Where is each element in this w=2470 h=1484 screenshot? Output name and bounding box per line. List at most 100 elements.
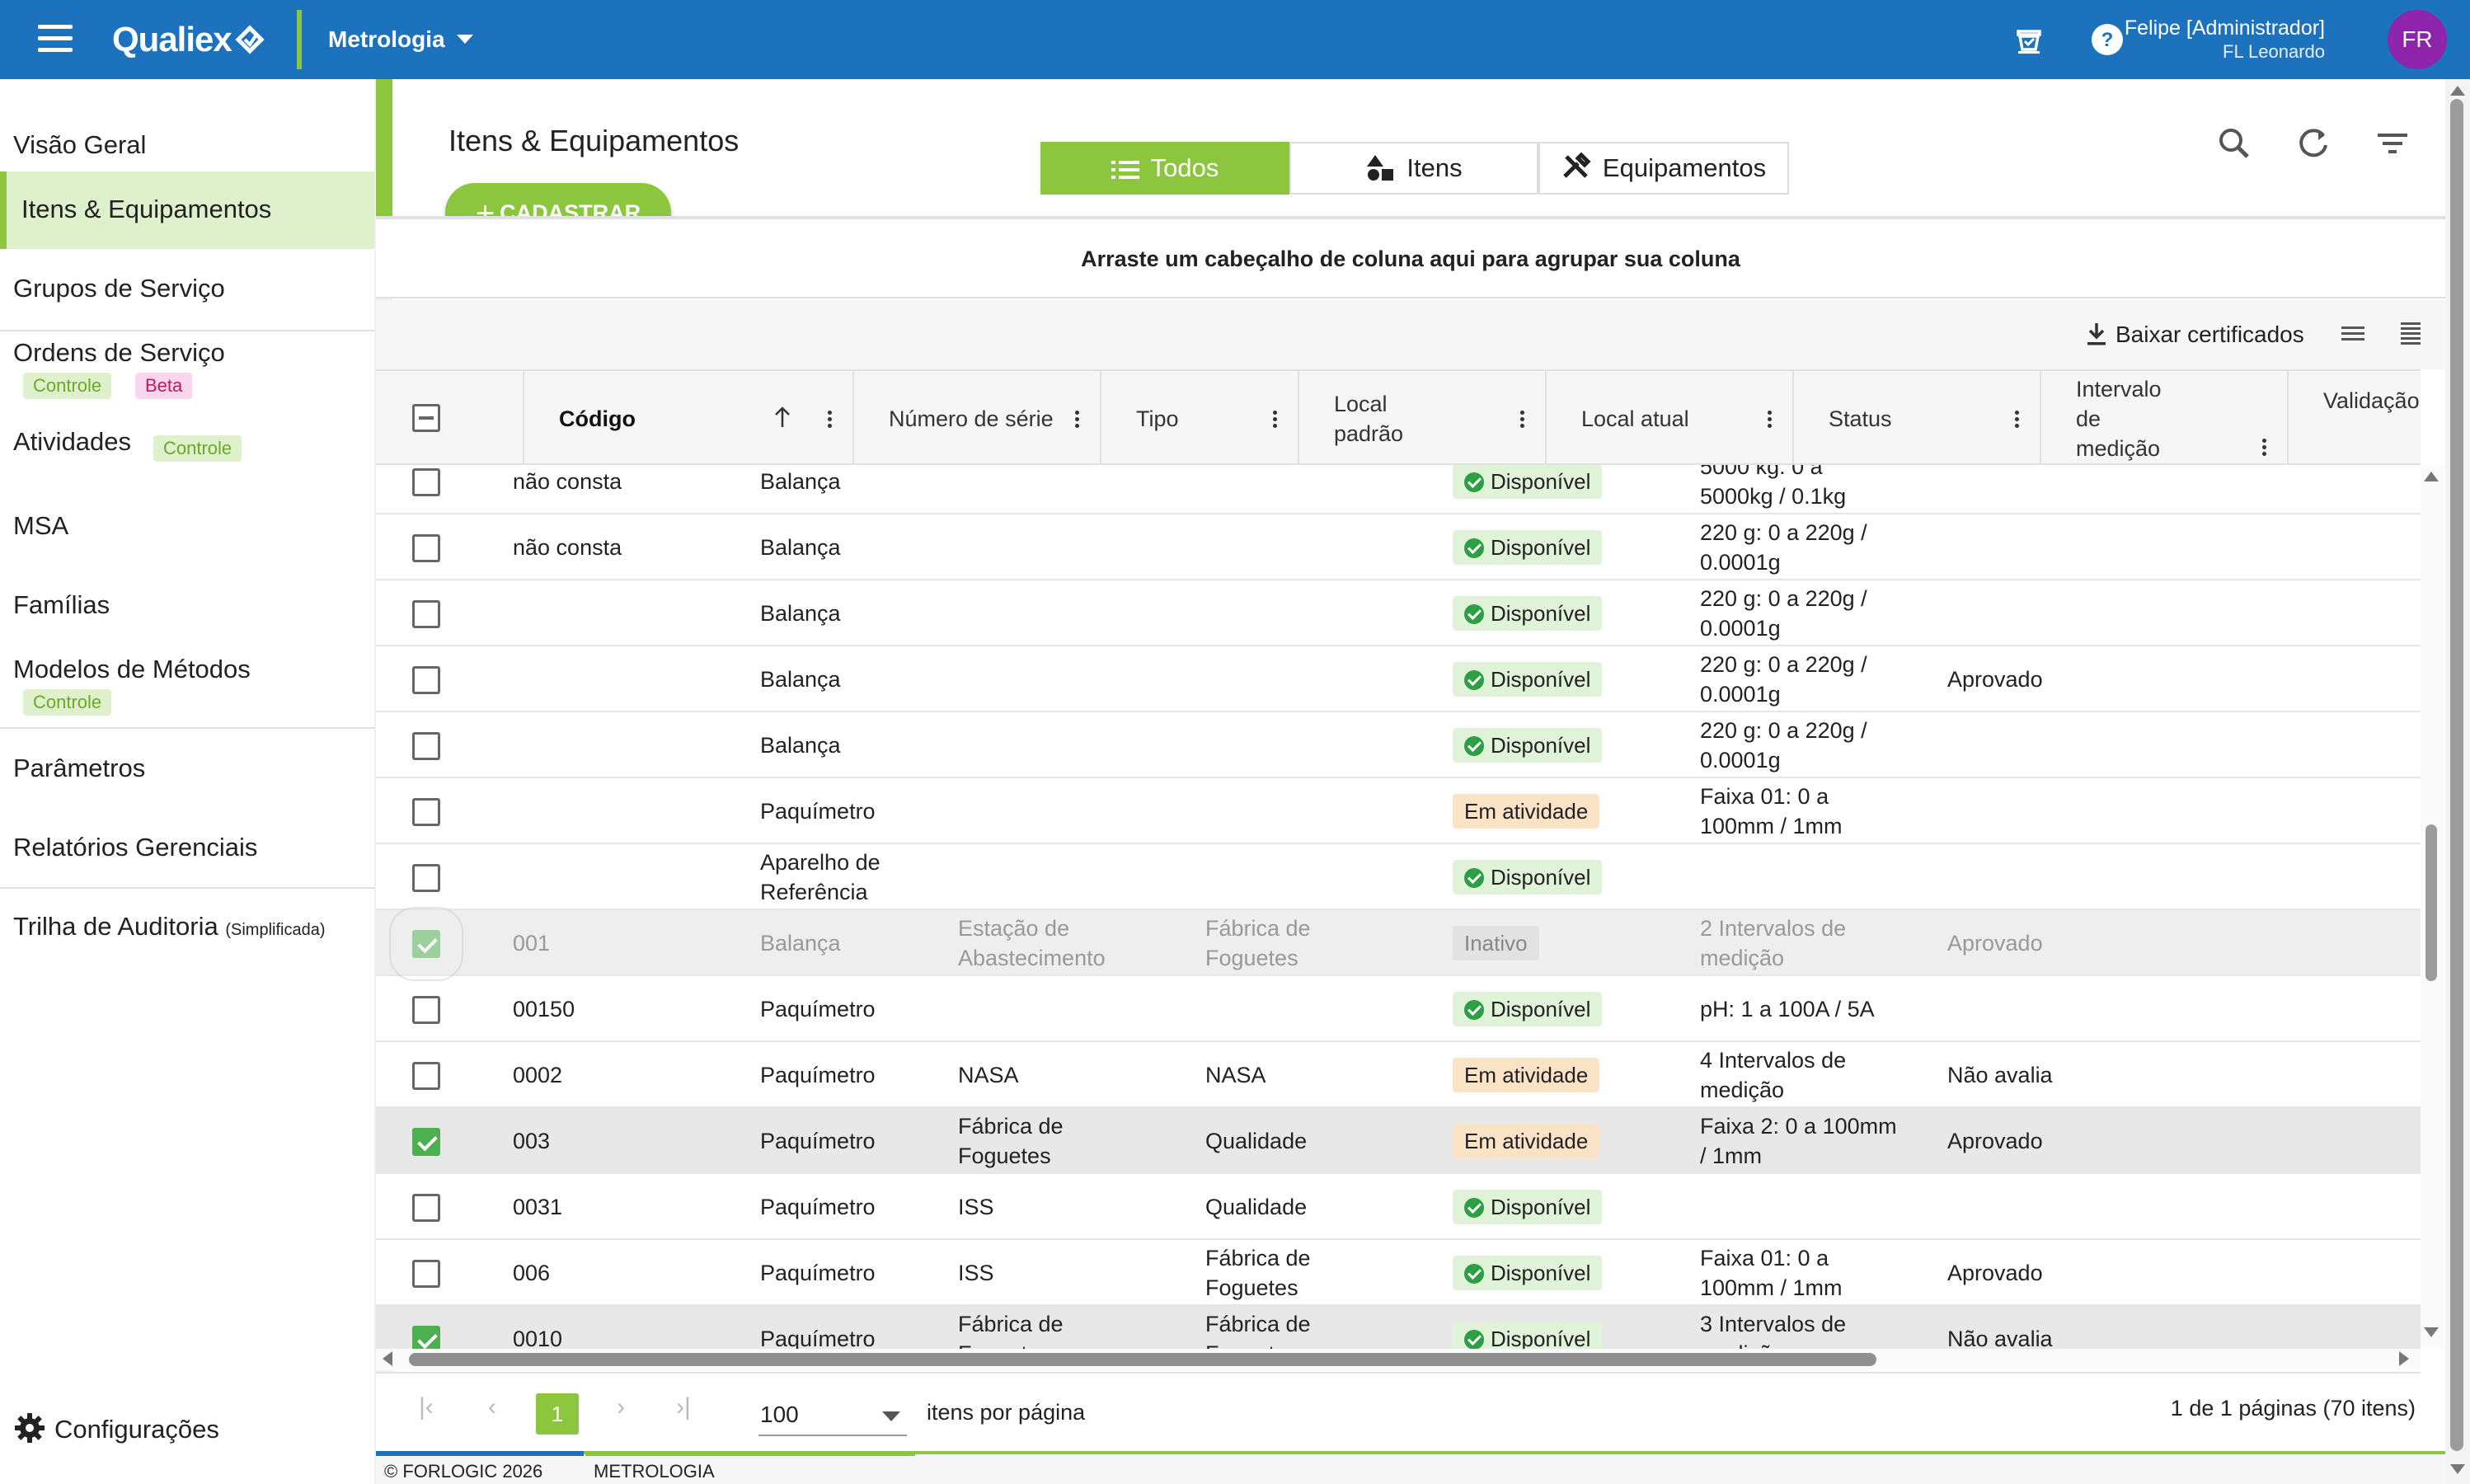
- sidebar-item-label: Parâmetros: [13, 754, 146, 782]
- cell-valid: [1947, 514, 2063, 580]
- page-vertical-scroll-thumb[interactable]: [2450, 99, 2463, 1451]
- select-all-checkbox[interactable]: [412, 404, 440, 432]
- column-menu-icon[interactable]: [828, 411, 833, 429]
- cell-lpadrao: Fábrica de Foguetes: [958, 1108, 1156, 1174]
- status-badge: Em atividade: [1453, 794, 1600, 829]
- cell-lpadrao: Estação de Abastecimento: [958, 910, 1156, 976]
- sidebar-item-trilha-auditoria[interactable]: Trilha de Auditoria (Simplificada): [0, 889, 374, 968]
- sidebar-item-grupos-servico[interactable]: Grupos de Serviço: [0, 249, 374, 326]
- filter-icon[interactable]: [2373, 124, 2412, 163]
- page-scroll-down-arrow-icon[interactable]: [2450, 1464, 2465, 1474]
- column-title: Número de série: [889, 406, 1054, 431]
- table-row[interactable]: N/C 03 não consta Balança Disponível 220 g: …: [376, 514, 2421, 580]
- table-row[interactable]: PAQ001 001 Balança Estação de Abastecimento…: [376, 907, 2421, 981]
- grid-vertical-scroll-thumb[interactable]: [2425, 824, 2437, 981]
- check-circle-icon: [1464, 670, 1484, 690]
- sidebar-item-visao-geral[interactable]: Visão Geral: [0, 112, 374, 178]
- column-numero-serie[interactable]: Número de série: [854, 371, 1101, 467]
- column-local-padrao[interactable]: Local padrão: [1299, 371, 1547, 467]
- sidebar-item-msa[interactable]: MSA: [0, 490, 374, 569]
- table-row[interactable]: N/C 04 Balança Disponível 220 g: 0 a 220g /…: [376, 580, 2421, 646]
- column-menu-icon[interactable]: [2262, 439, 2267, 457]
- app-logo[interactable]: Qualiex: [112, 15, 265, 64]
- cell-text: ISS: [958, 1261, 994, 1285]
- sidebar-item-relatorios[interactable]: Relatórios Gerenciais: [0, 808, 374, 887]
- table-row[interactable]: N/C 02 não consta Balança Disponível 5000 kg…: [376, 465, 2421, 514]
- sidebar-item-itens-equipamentos[interactable]: Itens & Equipamentos: [0, 171, 374, 249]
- table-row[interactable]: PAQ0031 0031 Paquímetro ISS Qualidade Disponí…: [376, 1174, 2421, 1240]
- column-menu-icon[interactable]: [1520, 411, 1525, 429]
- sidebar-item-atividades[interactable]: Atividades Controle: [0, 411, 374, 490]
- table-row[interactable]: PAQ006 006 Paquímetro ISS Fábrica de Foguete…: [376, 1240, 2421, 1306]
- cell-latual: Fábrica de Foguetes: [1205, 910, 1403, 976]
- sort-ascending-icon[interactable]: [773, 406, 791, 429]
- scroll-left-arrow-icon[interactable]: [383, 1351, 392, 1366]
- menu-icon[interactable]: [38, 25, 73, 54]
- status-badge: Inativo: [1453, 926, 1539, 960]
- avatar[interactable]: FR: [2388, 10, 2447, 69]
- sidebar-item-ordens-servico[interactable]: Ordens de Serviço Controle Beta: [0, 331, 374, 411]
- status-text: Em atividade: [1464, 1063, 1589, 1087]
- sidebar-item-familias[interactable]: Famílias: [0, 569, 374, 648]
- column-menu-icon[interactable]: [1768, 411, 1773, 429]
- horizontal-scroll-thumb[interactable]: [409, 1353, 1876, 1366]
- refresh-icon[interactable]: [2294, 124, 2333, 163]
- column-validacao[interactable]: Validação última ca: [2289, 371, 2421, 467]
- column-tipo[interactable]: Tipo: [1101, 371, 1299, 467]
- table-row[interactable]: PAQ 1337 Aparelho de Referência Disponível: [376, 844, 2421, 910]
- column-intervalo[interactable]: Intervalo de medição: [2041, 371, 2289, 467]
- help-icon[interactable]: ?: [2089, 21, 2125, 58]
- next-page-icon[interactable]: ›: [617, 1393, 625, 1421]
- table-row[interactable]: PAQ010 0010 Paquímetro Fábrica de Foguetes F…: [376, 1306, 2421, 1349]
- column-codigo[interactable]: Código: [524, 371, 854, 467]
- first-page-icon[interactable]: |‹: [419, 1393, 434, 1421]
- config-link[interactable]: Configurações: [13, 1411, 219, 1444]
- cell-text: Paquímetro: [760, 1195, 876, 1219]
- column-menu-icon[interactable]: [2015, 411, 2020, 429]
- cell-serie: não consta: [513, 514, 711, 580]
- column-status[interactable]: Status: [1794, 371, 2041, 467]
- cell-intervalo: pH: 1 a 100A / 5A: [1700, 976, 1898, 1042]
- column-local-atual[interactable]: Local atual: [1547, 371, 1794, 467]
- tab-equipamentos[interactable]: Equipamentos: [1538, 142, 1789, 195]
- column-menu-icon[interactable]: [1075, 411, 1080, 429]
- table-row[interactable]: PAQ - 045 Leo Paquímetro Em atividade Faixa…: [376, 778, 2421, 844]
- module-selector[interactable]: Metrologia: [328, 21, 473, 58]
- cell-serie: [513, 844, 711, 910]
- cell-serie: [513, 712, 711, 778]
- sidebar-item-parametros[interactable]: Parâmetros: [0, 729, 374, 808]
- table-row[interactable]: PAQ00150 00150 Paquímetro Disponível pH: 1 a…: [376, 976, 2421, 1042]
- cell-status: Disponível: [1453, 514, 1651, 580]
- tools-icon: [1563, 152, 1591, 178]
- per-page-select[interactable]: 100: [758, 1398, 907, 1436]
- cell-serie: 0002: [513, 1042, 711, 1108]
- prev-page-icon[interactable]: ‹: [488, 1393, 496, 1421]
- tab-itens[interactable]: Itens: [1289, 142, 1538, 195]
- tab-todos[interactable]: Todos: [1040, 142, 1289, 195]
- column-menu-icon[interactable]: [1273, 411, 1278, 429]
- check-circle-icon: [1464, 538, 1484, 558]
- table-row[interactable]: N/C 06 Balança Disponível 220 g: 0 a 220g /…: [376, 712, 2421, 778]
- cell-status: Em atividade: [1453, 1108, 1651, 1174]
- page-number-current[interactable]: 1: [536, 1393, 579, 1435]
- group-by-drop-zone[interactable]: Arraste um cabeçalho de coluna aqui para…: [376, 219, 2445, 298]
- status-badge: Disponível: [1453, 530, 1603, 565]
- user-name[interactable]: Felipe [Administrador]: [2125, 16, 2325, 40]
- baixar-certificados-button[interactable]: Baixar certificados: [2086, 322, 2304, 348]
- scroll-up-arrow-icon[interactable]: [2424, 472, 2439, 481]
- last-page-icon[interactable]: ›|: [676, 1393, 691, 1421]
- search-icon[interactable]: [2214, 124, 2254, 163]
- cell-serie: 0031: [513, 1174, 711, 1240]
- scroll-down-arrow-icon[interactable]: [2424, 1327, 2439, 1337]
- table-row[interactable]: PAQ002 0002 Paquímetro NASA NASA Em atividade…: [376, 1042, 2421, 1108]
- table-row[interactable]: PAQ003 003 Paquímetro Fábrica de Foguetes Qu…: [376, 1108, 2421, 1174]
- sidebar-item-modelos-metodos[interactable]: Modelos de Métodos Controle: [0, 648, 374, 727]
- status-badge: Em atividade: [1453, 1058, 1600, 1092]
- scroll-right-arrow-icon[interactable]: [2399, 1351, 2409, 1366]
- table-row[interactable]: N/C 05 Balança Disponível 220 g: 0 a 220g /…: [376, 646, 2421, 712]
- density-compact-icon[interactable]: [2340, 322, 2366, 346]
- density-expanded-icon[interactable]: [2397, 320, 2424, 346]
- cell-text: 3 Intervalos de medição: [1700, 1312, 1847, 1349]
- page-scroll-up-arrow-icon[interactable]: [2450, 86, 2465, 96]
- coffee-cup-icon[interactable]: [2012, 21, 2048, 58]
